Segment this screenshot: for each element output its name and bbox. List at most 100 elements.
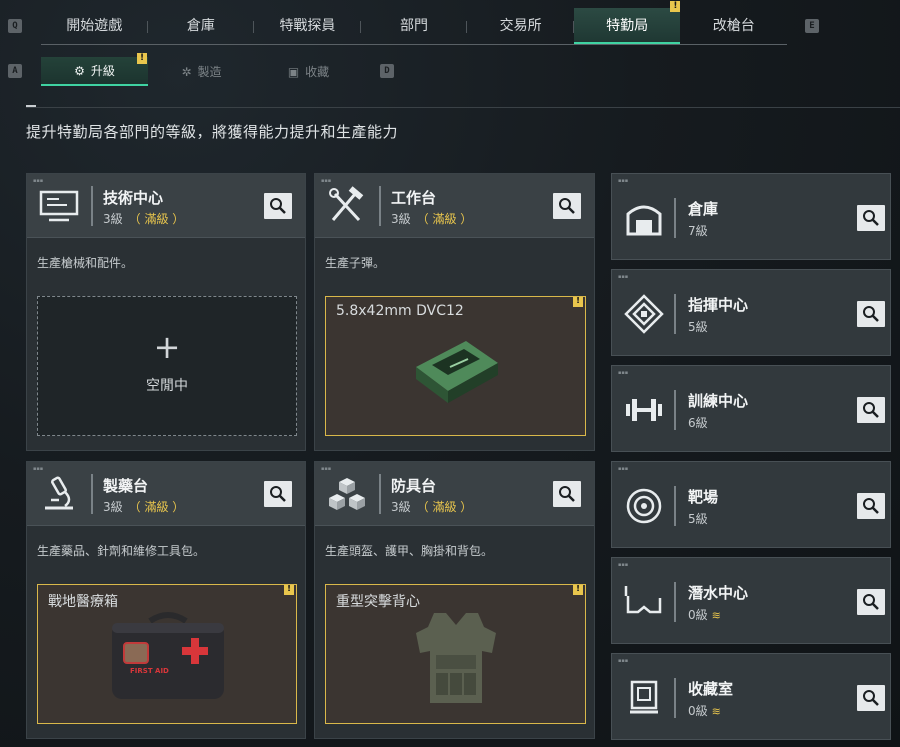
tab-departments[interactable]: 部門 [361, 8, 468, 44]
level-value: 0級 [688, 608, 708, 622]
search-button[interactable] [264, 481, 292, 507]
craft-icon: ✲ [181, 64, 192, 79]
display-case-icon [630, 680, 658, 714]
search-button[interactable] [857, 205, 885, 231]
command-icon [624, 294, 664, 334]
diving-mask-icon [624, 586, 662, 614]
plus-icon: + [153, 328, 181, 366]
header-separator [674, 294, 676, 334]
search-icon [863, 594, 879, 610]
tab-warehouse[interactable]: 倉庫 [148, 8, 255, 44]
card-title: 訓練中心 [688, 392, 749, 410]
max-level-badge: （ 滿級 ） [416, 500, 473, 514]
card-decoration: ▪▪▪ [321, 178, 332, 184]
subtab-collection[interactable]: ▣ 收藏 [255, 57, 362, 86]
level-value: 3級 [103, 212, 123, 226]
max-level-badge: （ 滿級 ） [416, 212, 473, 226]
search-button[interactable] [553, 193, 581, 219]
divider-mark [26, 105, 36, 107]
search-icon [863, 690, 879, 706]
card-level: 0級 ≋ [688, 702, 721, 719]
search-button[interactable] [857, 589, 885, 615]
department-card-tech-center: ▪▪▪ 技術中心 3級 （ 滿級 ） 生產槍械和配件。 + 空閒中 [26, 173, 306, 451]
card-header: ▪▪▪ 防具台 3級 （ 滿級 ） [315, 462, 594, 526]
tab-label: 部門 [400, 18, 429, 34]
tab-special-service[interactable]: 特勤局 ! [573, 1, 681, 44]
card-header: ▪▪▪ 工作台 3級 （ 滿級 ） [315, 174, 594, 238]
microscope-icon [45, 476, 73, 510]
department-card-workbench: ▪▪▪ 工作台 3級 （ 滿級 ） 生產子彈。 5.8x42mm DVC12 ! [314, 173, 595, 451]
level-value: 5級 [688, 512, 708, 526]
side-card-diving-center: ▪▪▪ 潛水中心 0級 ≋ [611, 557, 891, 644]
tab-gunsmith[interactable]: 改槍台 [680, 8, 787, 44]
tab-label: 特戰探員 [279, 18, 336, 34]
production-slot[interactable]: 戰地醫療箱 ! FIRST AID [37, 584, 297, 724]
tab-label: 特勤局 [606, 18, 649, 34]
card-title: 潛水中心 [688, 584, 749, 602]
search-button[interactable] [857, 685, 885, 711]
card-decoration: ▪▪▪ [618, 370, 629, 376]
alert-badge: ! [137, 53, 147, 64]
upgrade-available-icon: ≋ [711, 705, 721, 718]
tools-icon [329, 186, 364, 222]
monitor-icon [39, 190, 79, 222]
card-decoration: ▪▪▪ [33, 178, 44, 184]
header-separator [674, 198, 676, 238]
header-separator [674, 678, 676, 718]
department-card-armor-bench: ▪▪▪ 防具台 3級 （ 滿級 ） 生產頭盔、護甲、胸掛和背包。 重型突擊背心 ! [314, 461, 595, 739]
side-card-collection-room: ▪▪▪ 收藏室 0級 ≋ [611, 653, 891, 740]
level-value: 3級 [391, 500, 411, 514]
search-button[interactable] [857, 397, 885, 423]
card-description: 生產藥品、針劑和維修工具包。 [37, 544, 206, 558]
tab-start-game[interactable]: 開始遊戲 [41, 8, 148, 44]
product-name: 5.8x42mm DVC12 [336, 303, 464, 319]
production-slot[interactable]: 5.8x42mm DVC12 ! [325, 296, 586, 436]
alert-badge: ! [284, 585, 294, 595]
dumbbell-icon [626, 399, 662, 421]
key-hint-right: E [805, 19, 819, 33]
card-title: 製藥台 [103, 477, 149, 495]
header-separator [91, 186, 93, 226]
search-icon [559, 486, 575, 502]
subtab-upgrade[interactable]: ⚙ 升級 ! [41, 53, 148, 86]
card-level: 3級 （ 滿級 ） [391, 498, 472, 515]
tab-label: 倉庫 [186, 18, 215, 34]
target-icon [626, 488, 662, 524]
side-card-training-center: ▪▪▪ 訓練中心 6級 [611, 365, 891, 452]
production-slot[interactable]: 重型突擊背心 ! [325, 584, 586, 724]
level-value: 7級 [688, 224, 708, 238]
card-decoration: ▪▪▪ [618, 466, 629, 472]
warehouse-icon [626, 205, 662, 236]
card-level: 5級 [688, 510, 708, 527]
upgrade-icon: ⚙ [74, 63, 85, 78]
card-title: 指揮中心 [688, 296, 749, 314]
search-icon [863, 306, 879, 322]
search-icon [559, 198, 575, 214]
production-slot-idle[interactable]: + 空閒中 [37, 296, 297, 436]
subnav-key-hint-right: D [380, 64, 394, 78]
subtab-craft[interactable]: ✲ 製造 [148, 57, 255, 86]
card-level: 3級 （ 滿級 ） [103, 210, 184, 227]
search-icon [270, 198, 286, 214]
tab-exchange[interactable]: 交易所 [467, 8, 574, 44]
card-level: 6級 [688, 414, 708, 431]
level-value: 3級 [103, 500, 123, 514]
tab-operators[interactable]: 特戰探員 [254, 8, 361, 44]
header-separator [674, 390, 676, 430]
search-icon [863, 402, 879, 418]
search-button[interactable] [264, 193, 292, 219]
alert-badge: ! [573, 297, 583, 307]
card-title: 收藏室 [688, 680, 734, 698]
card-decoration: ▪▪▪ [321, 466, 332, 472]
alert-badge: ! [573, 585, 583, 595]
upgrade-available-icon: ≋ [711, 609, 721, 622]
search-button[interactable] [553, 481, 581, 507]
armor-cubes-icon [329, 478, 365, 510]
search-button[interactable] [857, 493, 885, 519]
alert-badge: ! [670, 1, 681, 12]
search-button[interactable] [857, 301, 885, 327]
card-title: 技術中心 [103, 189, 164, 207]
ammo-box-icon [416, 341, 498, 403]
max-level-badge: （ 滿級 ） [128, 500, 185, 514]
sub-tabs: ⚙ 升級 ! ✲ 製造 ▣ 收藏 [41, 53, 362, 86]
